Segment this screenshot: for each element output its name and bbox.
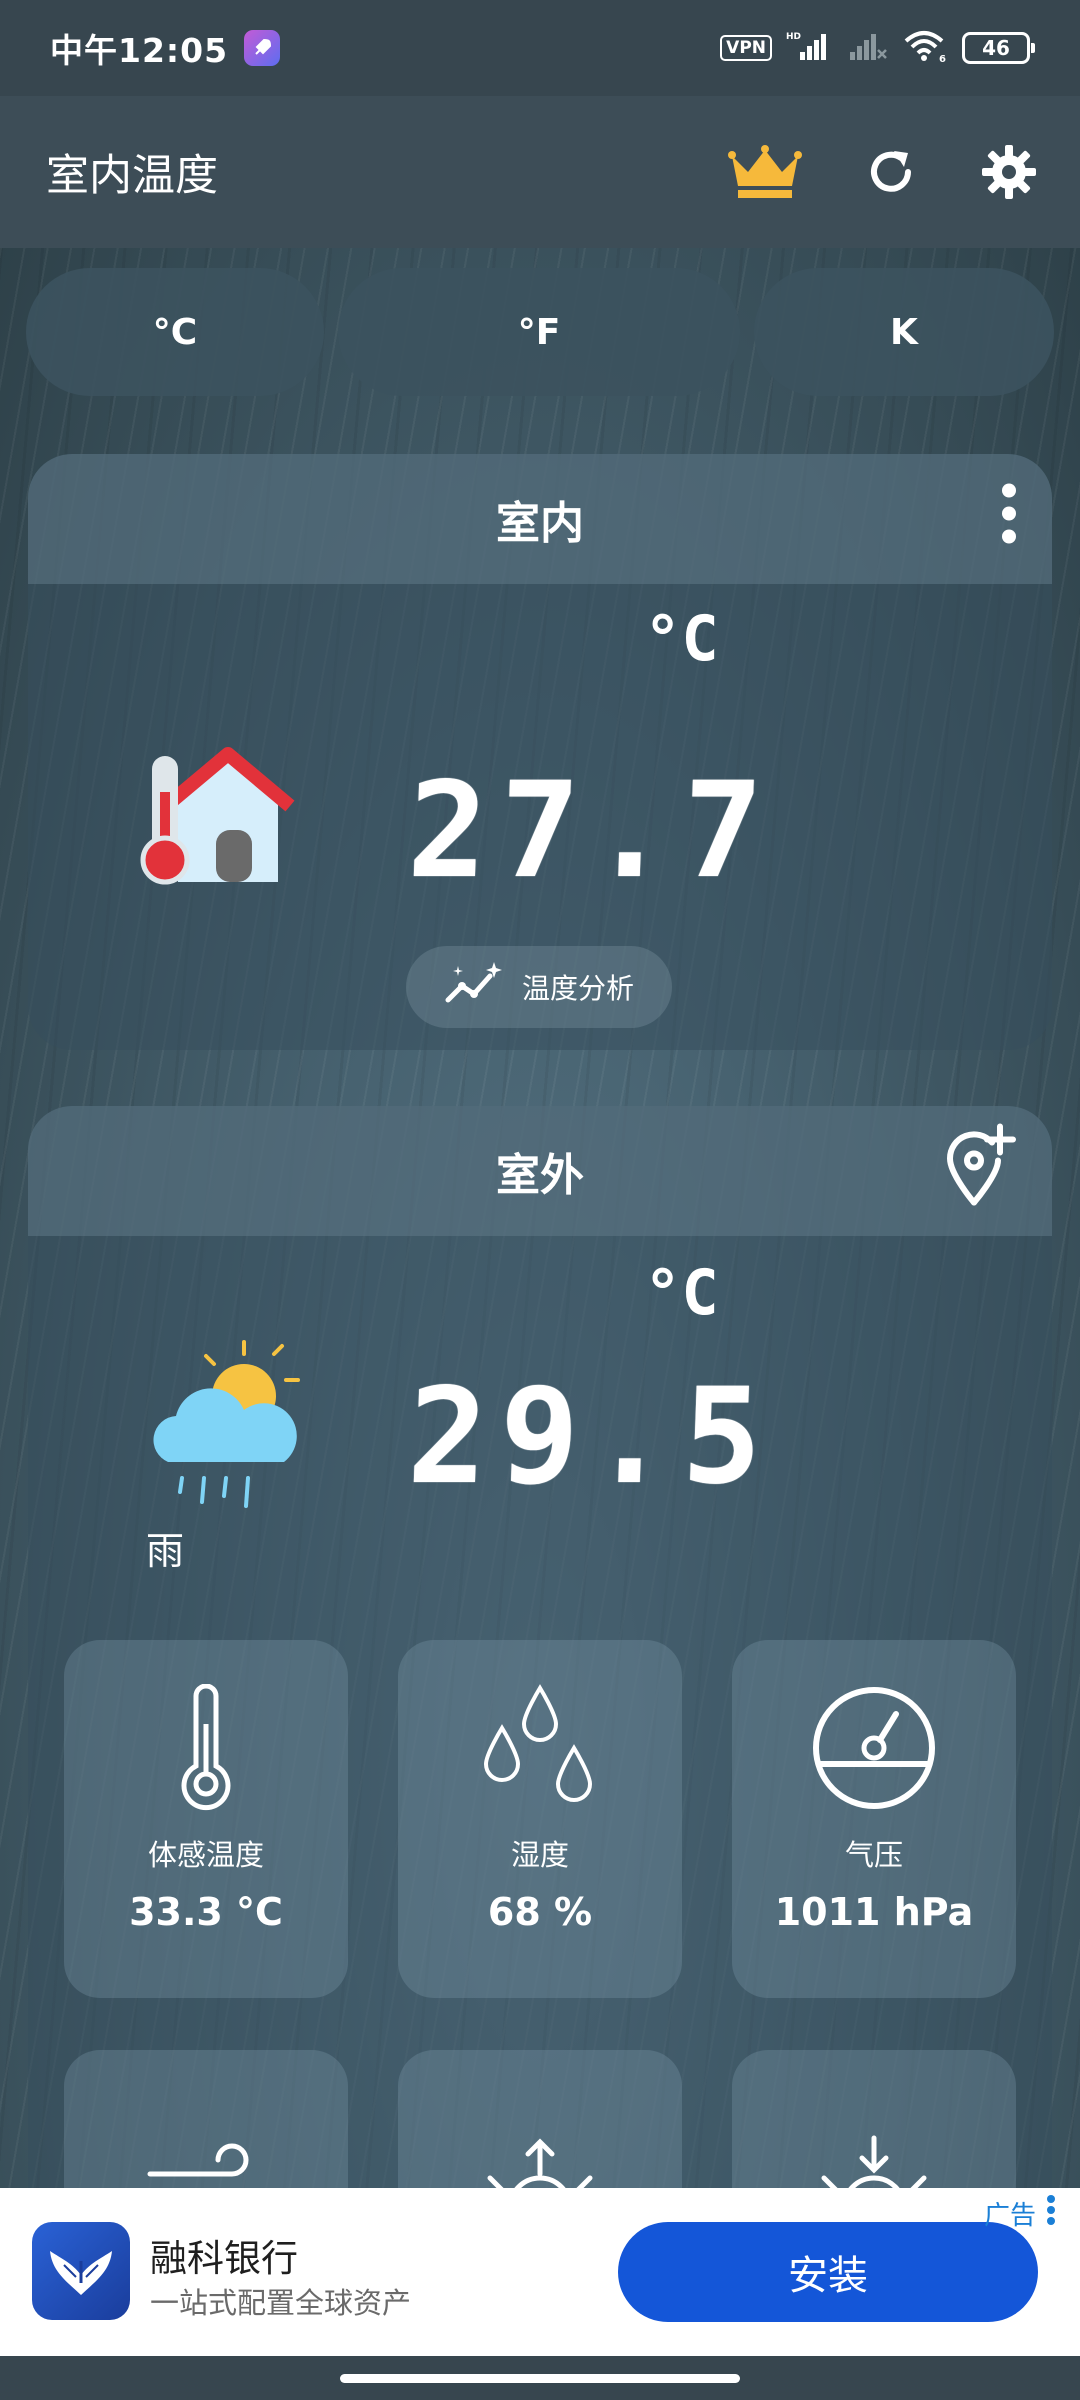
- temperature-analysis-button[interactable]: 温度分析: [406, 946, 672, 1028]
- metric-label: 体感温度: [147, 1838, 264, 1872]
- ad-description: 一站式配置全球资产: [150, 2286, 412, 2320]
- screen: 中午12:05 VPN HD 6 46 室内温度 °C °F K 室内 °C 2…: [0, 0, 1080, 2400]
- status-time: 中午12:05: [50, 31, 229, 70]
- ad-tag[interactable]: 广告: [984, 2194, 1056, 2233]
- pressure-gauge-icon: [810, 1684, 938, 1812]
- page-title: 室内温度: [46, 151, 218, 201]
- ad-more-icon[interactable]: [1046, 2194, 1056, 2233]
- add-location-icon[interactable]: [942, 1123, 1018, 1220]
- unit-kelvin-button[interactable]: K: [754, 268, 1054, 396]
- svg-text:6: 6: [939, 54, 946, 63]
- feels-like-tile[interactable]: 体感温度 33.3 °C: [64, 1640, 348, 1998]
- metric-value: 1011 hPa: [774, 1890, 974, 1934]
- home-indicator[interactable]: [340, 2374, 740, 2383]
- ad-banner[interactable]: 融科银行 一站式配置全球资产 安装 广告: [0, 2188, 1080, 2356]
- metric-value: 68 %: [487, 1890, 593, 1934]
- status-bar: 中午12:05 VPN HD 6 46: [0, 0, 1080, 96]
- wind-icon: [146, 2110, 266, 2188]
- sunset-icon: [804, 2110, 944, 2188]
- wind-tile[interactable]: [64, 2050, 348, 2188]
- temperature-analysis-label: 温度分析: [522, 972, 635, 1005]
- more-vert-icon[interactable]: [1000, 483, 1018, 556]
- metric-label: 气压: [844, 1838, 903, 1872]
- unit-celsius-button[interactable]: °C: [26, 268, 324, 396]
- trend-sparkle-icon: [444, 960, 504, 1015]
- rain-weather-icon: [136, 1338, 306, 1532]
- settings-icon[interactable]: [980, 143, 1038, 201]
- outdoor-unit: °C: [644, 1256, 719, 1329]
- indoor-card: 室内 °C 27.7 温度分析: [28, 454, 1052, 1050]
- ad-install-button[interactable]: 安装: [618, 2222, 1038, 2322]
- metric-label: 湿度: [510, 1838, 569, 1872]
- indoor-unit: °C: [644, 602, 719, 675]
- indoor-temperature: 27.7: [405, 754, 777, 908]
- ad-tag-label: 广告: [983, 2201, 1036, 2231]
- ad-app-name: 融科银行: [150, 2237, 298, 2280]
- house-thermometer-icon: [138, 740, 298, 894]
- wifi-icon: 6: [902, 29, 948, 67]
- indoor-title: 室内: [496, 498, 584, 549]
- crown-icon[interactable]: [728, 144, 802, 200]
- outdoor-title: 室外: [496, 1150, 584, 1201]
- outdoor-temperature: 29.5: [405, 1360, 777, 1514]
- pressure-tile[interactable]: 气压 1011 hPa: [732, 1640, 1016, 1998]
- app-bar-actions: [728, 143, 1038, 201]
- app-bar: 室内温度: [0, 96, 1080, 248]
- rocket-app-icon: [244, 30, 281, 66]
- thermometer-icon: [174, 1684, 238, 1812]
- sunrise-icon: [470, 2110, 610, 2188]
- sunset-tile[interactable]: [732, 2050, 1016, 2188]
- refresh-icon[interactable]: [864, 145, 918, 199]
- status-indicators: VPN HD 6 46: [720, 29, 1035, 67]
- vpn-badge: VPN: [720, 35, 772, 61]
- humidity-tile[interactable]: 湿度 68 %: [398, 1640, 682, 1998]
- signal-icon: HD: [786, 30, 830, 66]
- signal-2-icon: [844, 30, 888, 66]
- outdoor-card: 室外 °C 雨 29.5 体感温度 33.3 °C 湿度 68 % 气压 101…: [28, 1106, 1052, 2188]
- svg-text:HD: HD: [786, 32, 801, 42]
- bank-logo-icon: [32, 2222, 130, 2320]
- unit-selector: °C °F K: [26, 268, 1054, 396]
- metric-value: 33.3 °C: [129, 1890, 283, 1934]
- weather-condition: 雨: [146, 1529, 185, 1573]
- outdoor-card-header: 室外: [28, 1106, 1052, 1236]
- unit-fahrenheit-button[interactable]: °F: [338, 268, 740, 396]
- indoor-card-header: 室内: [28, 454, 1052, 584]
- battery-indicator: 46: [962, 32, 1035, 64]
- navigation-bar: [0, 2356, 1080, 2400]
- sunrise-tile[interactable]: [398, 2050, 682, 2188]
- humidity-icon: [480, 1684, 600, 1812]
